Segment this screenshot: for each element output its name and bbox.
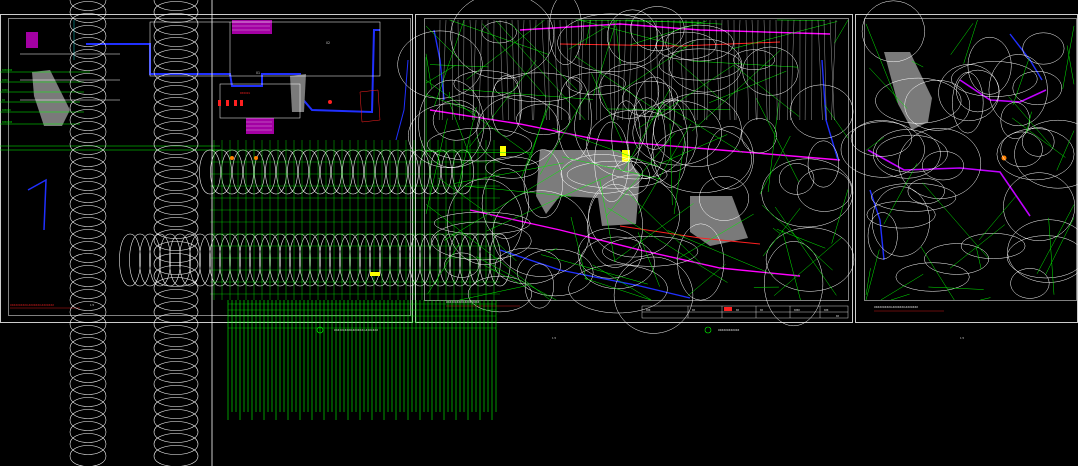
left-sheet-scale: 1:5 [90,303,95,307]
left-red-label: RS5001 [240,91,250,95]
svg-text:XXXXXXX: XXXXXXX [2,121,13,124]
middle-sheet-scale: 1:5 [552,336,557,340]
svg-text:XXXX: XXXX [2,89,8,92]
block-number-02: 02 [326,41,330,45]
block-number-01: 01 [256,71,260,75]
left-sheet-caption: XXXXXXXXXX-XXXXXXX-XXXXXXX [10,303,54,307]
right-sheet-scale: 1:5 [960,336,965,340]
middle-panel-label: XXXXXXXXXXXX [718,328,740,332]
svg-text:XXXXXXX: XXXXXXX [2,69,13,72]
table-cell: XXX [646,309,651,312]
svg-text:XXXX: XXXX [2,79,8,82]
middle-caption-right: XXXXXXXXXX-XXXX-XXXX [446,300,480,304]
table-cell: XXXX [794,309,800,312]
svg-text:XXXXXX: XXXXXX [2,109,11,112]
table-cell: XXX [824,309,829,312]
right-sheet-caption: XXXXXXXXXX-XXXXXXX-XXXXXXX [874,305,918,309]
cad-drawing-canvas: 02 01 RS5001 XXXXXXX XXXX XXXX XX XXXXXX… [0,0,1078,466]
